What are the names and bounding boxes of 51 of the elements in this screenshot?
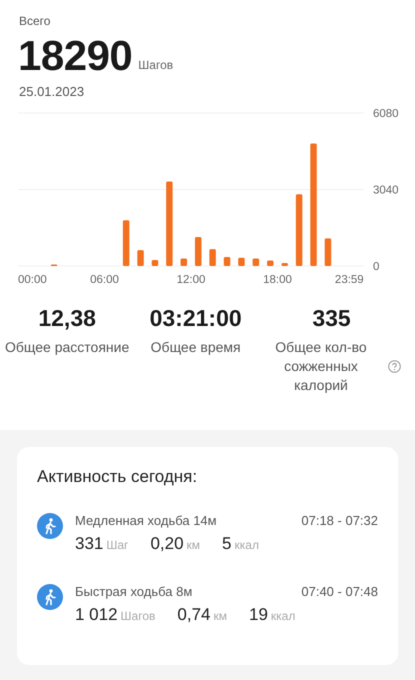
x-tick-label: 18:00 [263, 274, 292, 283]
total-label: Всего [18, 14, 52, 28]
stat-value: 12,38 [38, 305, 96, 332]
section-title: Активность сегодня: [37, 467, 198, 487]
x-tick-label: 12:00 [176, 274, 206, 283]
bar [152, 260, 158, 266]
x-tick-label: 06:00 [90, 274, 119, 283]
y-tick-label: 3040 [373, 184, 399, 196]
bar [324, 238, 332, 266]
x-tick-label: 00:00 [18, 274, 47, 283]
metric-value: 19 [248, 605, 268, 625]
metric-value: 5 [222, 534, 232, 554]
step-count: 18290 [18, 34, 132, 78]
bar [224, 256, 230, 266]
bar [209, 249, 216, 266]
y-tick-label: 0 [373, 261, 380, 273]
stat-value: 03:21:00 [150, 305, 242, 332]
stat-value: 335 [312, 305, 351, 332]
bar [137, 250, 144, 266]
activity-name: Медленная ходьба 14м [75, 513, 217, 528]
metric-value: 0,74 [177, 605, 210, 625]
metric-unit: ккал [270, 609, 296, 623]
bar [296, 194, 302, 266]
stat-label: Общее расстояние [5, 338, 130, 357]
stat-label: Общее время [150, 338, 241, 357]
bar [281, 262, 288, 266]
bar [122, 220, 130, 266]
metric-unit: Шаг [106, 538, 128, 552]
activity-name: Быстрая ходьба 8м [75, 584, 192, 599]
bar [238, 258, 245, 266]
step-unit: Шагов [138, 58, 174, 72]
metric-value: 0,20 [150, 534, 184, 554]
bar [194, 237, 202, 266]
help-icon[interactable] [388, 360, 401, 373]
walking-icon [37, 513, 63, 539]
metric-value: 1 012 [75, 605, 118, 625]
walking-icon [37, 584, 63, 610]
metric-unit: Шагов [120, 609, 156, 623]
activity-time: 07:18 - 07:32 [301, 513, 378, 528]
metric-unit: км [213, 609, 227, 623]
stat-label: Общее кол-во сожженных калорий [274, 338, 368, 395]
activity-time: 07:40 - 07:48 [301, 584, 378, 599]
bar [180, 258, 188, 266]
bar [267, 260, 274, 266]
metric-unit: ккал [234, 538, 259, 552]
metric-value: 331 [75, 534, 104, 554]
bar [252, 258, 260, 266]
x-tick-label: 23:59 [334, 274, 364, 283]
date-label: 25.01.2023 [18, 84, 86, 99]
y-tick-label: 6080 [373, 108, 399, 120]
metric-unit: км [186, 538, 200, 552]
